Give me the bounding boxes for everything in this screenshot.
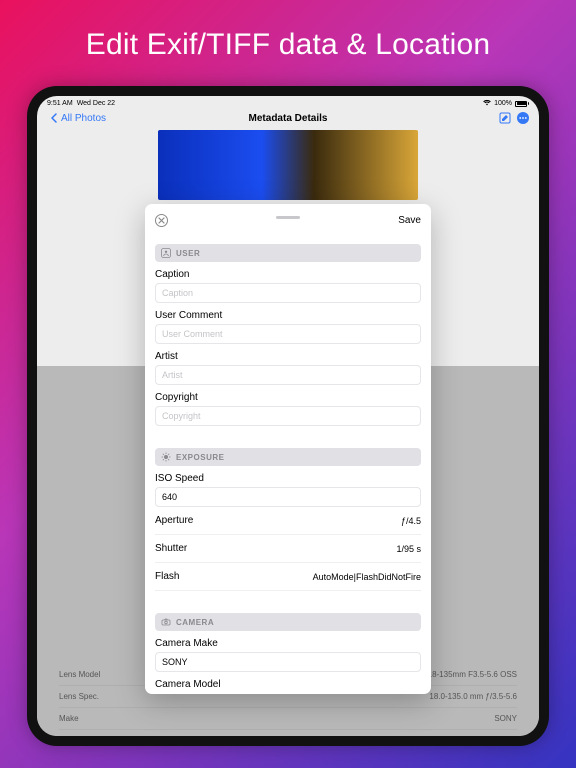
status-date: Wed Dec 22 [77, 100, 115, 107]
close-button[interactable] [155, 214, 168, 227]
device-frame: 9:51 AM Wed Dec 22 100% [27, 86, 549, 746]
section-exposure: EXPOSURE ISO Speed Aperture ƒ/4.5 Shutte… [155, 448, 421, 591]
comment-input[interactable] [155, 324, 421, 344]
wifi-icon [483, 100, 491, 108]
bg-value: 18.0-135.0 mm ƒ/3.5-5.6 [429, 692, 517, 701]
artist-label: Artist [155, 351, 421, 362]
camera-model-label: Camera Model [155, 679, 421, 690]
iso-input[interactable] [155, 487, 421, 507]
sheet-grabber[interactable] [276, 216, 300, 219]
copyright-input[interactable] [155, 406, 421, 426]
save-button[interactable]: Save [398, 215, 421, 226]
bg-row-make: Make SONY [59, 708, 517, 730]
caption-label: Caption [155, 269, 421, 280]
flash-row[interactable]: Flash AutoMode|FlashDidNotFire [155, 563, 421, 591]
section-title: CAMERA [176, 618, 214, 627]
edit-sheet: Save USER Caption User Comment [145, 204, 431, 694]
bg-label: Lens Model [59, 670, 100, 679]
status-bar: 9:51 AM Wed Dec 22 100% [37, 96, 539, 108]
aperture-value: ƒ/4.5 [401, 516, 421, 526]
back-label: All Photos [61, 113, 106, 124]
exposure-icon [161, 452, 171, 462]
aperture-label: Aperture [155, 515, 193, 526]
bg-label: Lens Spec. [59, 692, 99, 701]
copyright-label: Copyright [155, 392, 421, 403]
camera-make-label: Camera Make [155, 638, 421, 649]
battery-percent: 100% [494, 100, 512, 107]
section-title: EXPOSURE [176, 453, 224, 462]
promo-headline: Edit Exif/TIFF data & Location [86, 28, 491, 62]
nav-bar: All Photos Metadata Details [37, 108, 539, 128]
user-icon [161, 248, 171, 258]
device-screen: 9:51 AM Wed Dec 22 100% [37, 96, 539, 736]
shutter-label: Shutter [155, 543, 187, 554]
artist-input[interactable] [155, 365, 421, 385]
flash-label: Flash [155, 571, 179, 582]
edit-icon[interactable] [499, 112, 511, 124]
section-user: USER Caption User Comment Artist [155, 244, 421, 426]
aperture-row[interactable]: Aperture ƒ/4.5 [155, 507, 421, 535]
iso-label: ISO Speed [155, 473, 421, 484]
status-time: 9:51 AM [47, 100, 73, 107]
chevron-left-icon [47, 112, 59, 124]
battery-icon [515, 101, 529, 107]
shutter-value: 1/95 s [396, 544, 421, 554]
flash-value: AutoMode|FlashDidNotFire [313, 572, 421, 582]
bg-label: Make [59, 714, 79, 723]
page-title: Metadata Details [249, 113, 328, 124]
more-icon[interactable] [517, 112, 529, 124]
caption-input[interactable] [155, 283, 421, 303]
back-button[interactable]: All Photos [47, 112, 106, 124]
section-title: USER [176, 249, 200, 258]
comment-label: User Comment [155, 310, 421, 321]
camera-icon [161, 617, 171, 627]
shutter-row[interactable]: Shutter 1/95 s [155, 535, 421, 563]
bg-value: SONY [494, 714, 517, 723]
close-icon [158, 217, 165, 224]
bg-value: E 18-135mm F3.5-5.6 OSS [420, 670, 517, 679]
camera-make-input[interactable] [155, 652, 421, 672]
section-camera: CAMERA Camera Make Camera Model [155, 613, 421, 690]
photo-thumbnail[interactable] [158, 130, 418, 200]
